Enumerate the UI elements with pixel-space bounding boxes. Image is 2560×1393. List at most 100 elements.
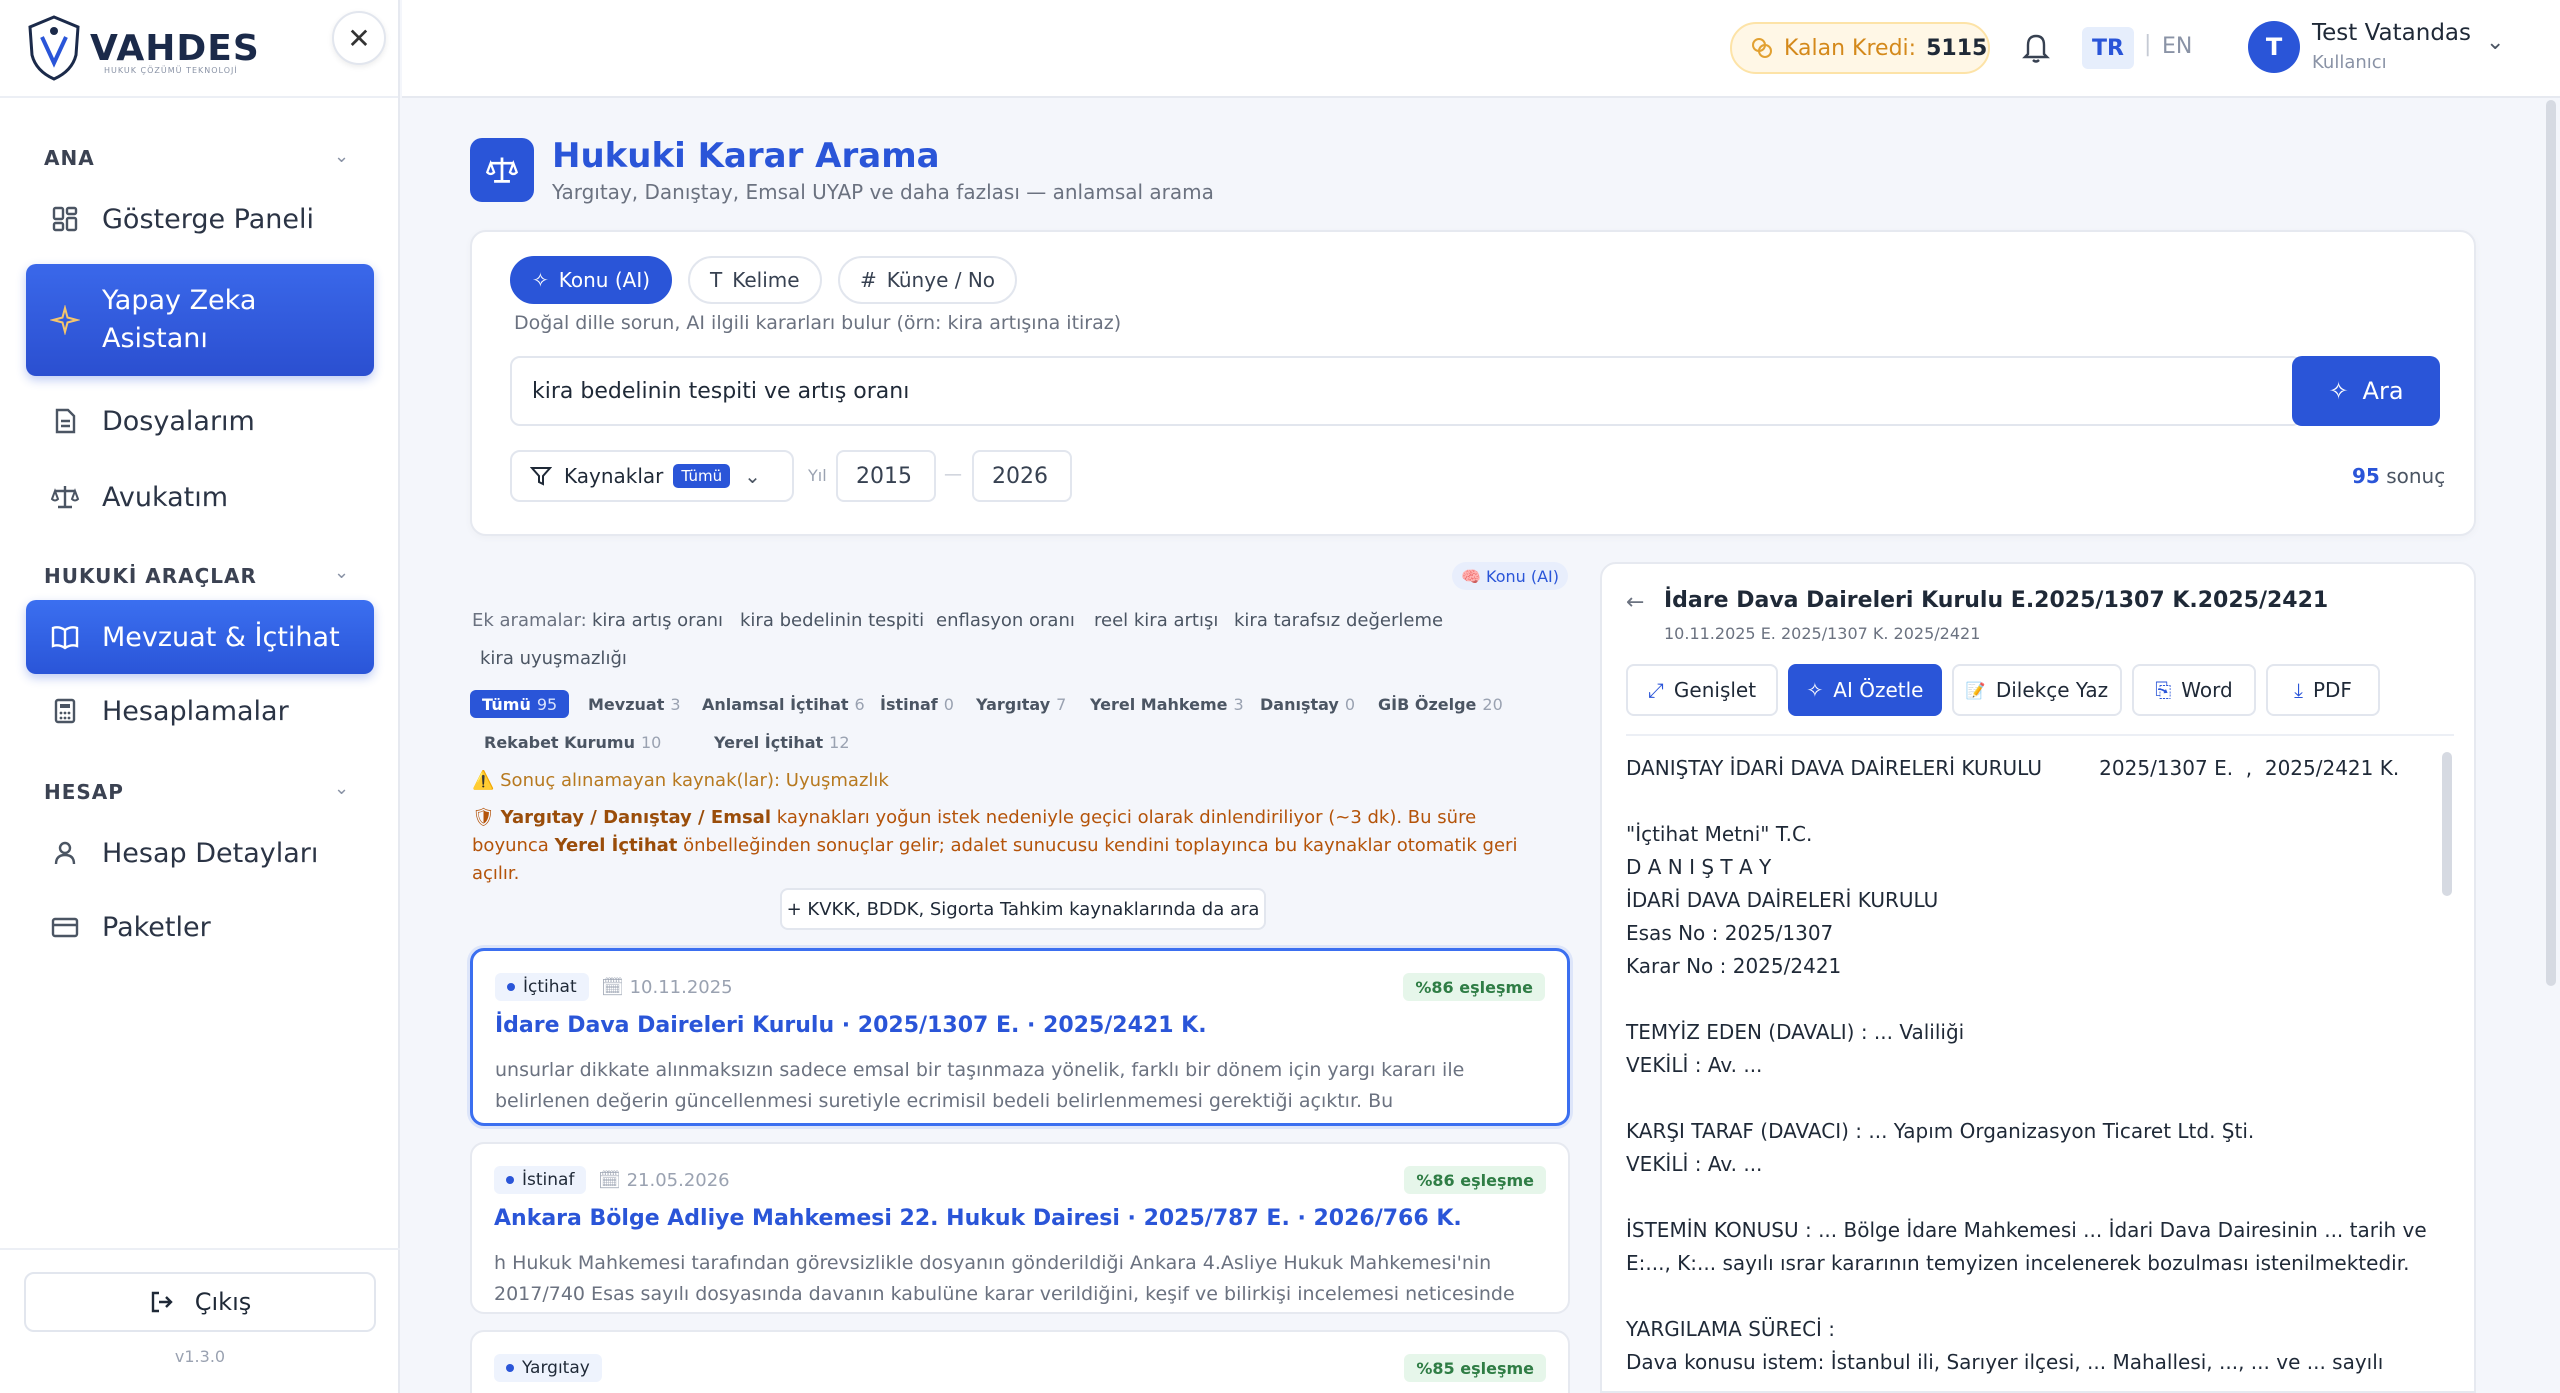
button-label: Word (2181, 678, 2233, 702)
lang-tr-button[interactable]: TR (2082, 27, 2134, 69)
word-icon: ⎘ (2155, 678, 2172, 702)
decision-detail-panel: ← İdare Dava Daireleri Kurulu E.2025/130… (1600, 562, 2476, 1393)
chevron-down-icon: ⌄ (744, 464, 761, 488)
search-card: ✧ Konu (AI) T Kelime # Künye / No Doğal … (470, 230, 2476, 536)
tab-keyword[interactable]: T Kelime (688, 256, 822, 304)
chip-count: 3 (1233, 694, 1244, 714)
tab-reference-no[interactable]: # Künye / No (838, 256, 1018, 304)
sidebar-item-account-details[interactable]: Hesap Detayları (26, 816, 374, 890)
page-title: Hukuki Karar Arama (552, 136, 940, 176)
result-type-badge: Yargıtay (494, 1354, 602, 1382)
user-icon (48, 836, 82, 870)
chevron-down-icon[interactable]: ⌄ (2486, 30, 2504, 55)
detail-scrollbar[interactable] (2442, 752, 2452, 896)
result-card[interactable]: İçtihat 🗓 10.11.2025 %86 eşleşme İdare D… (470, 948, 1570, 1126)
user-role: Kullanıcı (2312, 52, 2387, 73)
page-scrollbar[interactable] (2546, 100, 2556, 986)
detail-divider (1626, 734, 2454, 736)
filter-icon (530, 465, 552, 487)
filter-chip-competition[interactable]: Rekabet Kurumu 10 (472, 728, 673, 756)
filter-chip-danistay[interactable]: Danıştay 0 (1248, 690, 1367, 718)
tab-label: Kelime (732, 268, 800, 292)
book-icon (48, 620, 82, 654)
search-hint: Doğal dille sorun, AI ilgili kararları b… (514, 312, 1122, 334)
ai-mode-pill: 🧠 Konu (AI) (1452, 562, 1568, 590)
credit-badge[interactable]: Kalan Kredi: 5115 (1730, 22, 1990, 74)
match-badge: %86 eşleşme (1403, 973, 1545, 1001)
filter-chip-all[interactable]: Tümü 95 (470, 690, 570, 718)
filter-chip-istinaf[interactable]: İstinaf 0 (868, 690, 966, 718)
result-title[interactable]: Ankara Bölge Adliye Mahkemesi 22. Hukuk … (494, 1206, 1462, 1231)
write-petition-button[interactable]: 📝 Dilekçe Yaz (1952, 664, 2122, 716)
avatar[interactable]: T (2248, 21, 2300, 73)
pdf-export-button[interactable]: ⤓ PDF (2266, 664, 2380, 716)
ai-summarize-button[interactable]: ✧ AI Özetle (1788, 664, 1942, 716)
expand-icon: ⤢ (1647, 678, 1664, 702)
download-icon: ⤓ (2294, 678, 2303, 702)
tab-topic-ai[interactable]: ✧ Konu (AI) (510, 256, 673, 304)
sidebar-item-legislation[interactable]: Mevzuat & İçtihat (26, 600, 374, 674)
filter-chip-legislation[interactable]: Mevzuat 3 (576, 690, 693, 718)
filter-chip-yargitay[interactable]: Yargıtay 7 (964, 690, 1078, 718)
calculator-icon (48, 694, 82, 728)
close-sidebar-button[interactable]: ✕ (332, 11, 386, 65)
extra-search-term[interactable]: kira artış oranı (592, 610, 723, 631)
button-label: Genişlet (1673, 678, 1757, 702)
expand-button[interactable]: ⤢ Genişlet (1626, 664, 1778, 716)
dashboard-icon (48, 202, 82, 236)
year-from-input[interactable]: 2015 (836, 450, 936, 502)
sidebar-item-dashboard[interactable]: Gösterge Paneli (26, 182, 374, 256)
result-title[interactable]: İdare Dava Daireleri Kurulu · 2025/1307 … (495, 1013, 1207, 1038)
search-input[interactable]: kira bedelinin tespiti ve artış oranı (510, 356, 2302, 426)
throttle-warning: 🛡 Yargıtay / Danıştay / Emsal kaynakları… (472, 804, 1532, 888)
sidebar-item-files[interactable]: Dosyalarım (26, 384, 374, 458)
topbar: Kalan Kredi: 5115 TR | EN T Test Vatanda… (402, 0, 2560, 98)
sidebar-item-ai-assistant[interactable]: Yapay Zeka Asistanı (26, 264, 374, 376)
word-export-button[interactable]: ⎘ Word (2132, 664, 2256, 716)
extra-search-term[interactable]: kira bedelinin tespiti (740, 610, 924, 631)
logout-label: Çıkış (194, 1288, 252, 1316)
logout-button[interactable]: Çıkış (24, 1272, 376, 1332)
sidebar-item-calculations[interactable]: Hesaplamalar (26, 674, 374, 748)
user-name[interactable]: Test Vatandas (2312, 20, 2471, 46)
result-card[interactable]: İstinaf 🗓 21.05.2026 %86 eşleşme Ankara … (470, 1142, 1570, 1314)
chip-label: Mevzuat (588, 694, 665, 714)
memo-icon: 📝 (1965, 680, 1986, 700)
result-card[interactable]: Yargıtay %85 eşleşme (470, 1330, 1570, 1393)
back-arrow-icon[interactable]: ← (1626, 590, 1644, 615)
result-date-value: 21.05.2026 (626, 1170, 730, 1191)
extra-search-term[interactable]: reel kira artışı (1094, 610, 1218, 631)
coin-icon (1750, 36, 1774, 60)
bell-icon[interactable] (2020, 30, 2056, 66)
year-to-input[interactable]: 2026 (972, 450, 1072, 502)
filter-chip-gib[interactable]: GİB Özelge 20 (1366, 690, 1515, 718)
extra-search-term[interactable]: kira uyuşmazlığı (480, 648, 627, 669)
chevron-down-icon[interactable]: ⌄ (334, 562, 349, 583)
result-date: 🗓 10.11.2025 (601, 977, 733, 998)
decision-text: DANIŞTAY İDARİ DAVA DAİRELERİ KURULU 202… (1626, 756, 2427, 1374)
lang-en-button[interactable]: EN (2162, 34, 2192, 59)
sources-dropdown[interactable]: Kaynaklar Tümü ⌄ (510, 450, 794, 502)
sources-badge: Tümü (673, 464, 731, 488)
chip-count: 6 (854, 694, 865, 714)
chip-label: Yargıtay (976, 694, 1051, 714)
page-subtitle: Yargıtay, Danıştay, Emsal UYAP ve daha f… (552, 180, 1214, 204)
sidebar-item-lawyer[interactable]: Avukatım (26, 460, 374, 534)
chevron-down-icon[interactable]: ⌄ (334, 146, 349, 167)
sidebar-item-packages[interactable]: Paketler (26, 890, 374, 964)
logo-tagline: HUKUK ÇÖZÜMÜ TEKNOLOJİ (104, 66, 238, 75)
sidebar-item-label: Gösterge Paneli (102, 203, 315, 235)
lang-separator: | (2144, 32, 2152, 57)
extra-sources-button[interactable]: + KVKK, BDDK, Sigorta Tahkim kaynakların… (780, 888, 1266, 930)
result-count-suffix: sonuç (2386, 464, 2446, 488)
search-button[interactable]: ✧ Ara (2292, 356, 2440, 426)
section-ana: ANA (44, 146, 95, 170)
filter-chip-local-ictihat[interactable]: Yerel İçtihat 12 (702, 728, 862, 756)
year-label: Yıl (808, 466, 827, 485)
extra-search-term[interactable]: kira tarafsız değerleme (1234, 610, 1443, 631)
chevron-down-icon[interactable]: ⌄ (334, 778, 349, 799)
sidebar-item-label: Hesaplamalar (102, 695, 289, 727)
filter-chip-local-court[interactable]: Yerel Mahkeme 3 (1078, 690, 1256, 718)
filter-chip-semantic[interactable]: Anlamsal İçtihat 6 (690, 690, 877, 718)
extra-search-term[interactable]: enflasyon oranı (936, 610, 1075, 631)
